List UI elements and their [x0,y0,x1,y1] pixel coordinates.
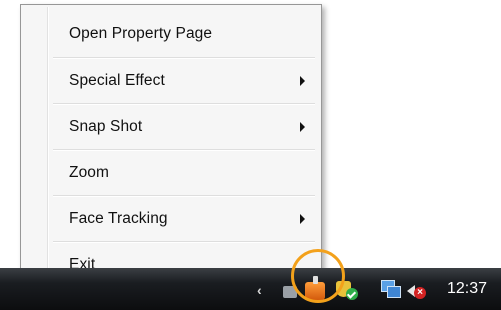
menu-item-label: Open Property Page [69,25,213,42]
network-icon[interactable] [381,280,401,299]
taskbar-clock[interactable]: 12:37 [447,280,487,298]
menu-item-face-tracking[interactable]: Face Tracking [23,196,319,241]
show-hidden-icons-chevron-icon[interactable]: ‹ [257,282,262,298]
menu-item-special-effect[interactable]: Special Effect [23,58,319,103]
menu-item-label: Face Tracking [69,210,168,227]
volume-muted-icon[interactable]: × [407,282,427,300]
highlight-ring [291,249,345,303]
submenu-arrow-icon [300,214,305,224]
menu-item-open-property-page[interactable]: Open Property Page [23,11,319,56]
menu-item-label: Snap Shot [69,118,143,135]
menu-item-label: Special Effect [69,72,165,89]
submenu-arrow-icon [300,76,305,86]
check-badge-icon [346,288,358,300]
context-menu: Open Property Page Special Effect Snap S… [20,4,322,287]
submenu-arrow-icon [300,122,305,132]
menu-item-label: Zoom [69,164,110,181]
menu-item-zoom[interactable]: Zoom [23,150,319,195]
menu-item-snap-shot[interactable]: Snap Shot [23,104,319,149]
